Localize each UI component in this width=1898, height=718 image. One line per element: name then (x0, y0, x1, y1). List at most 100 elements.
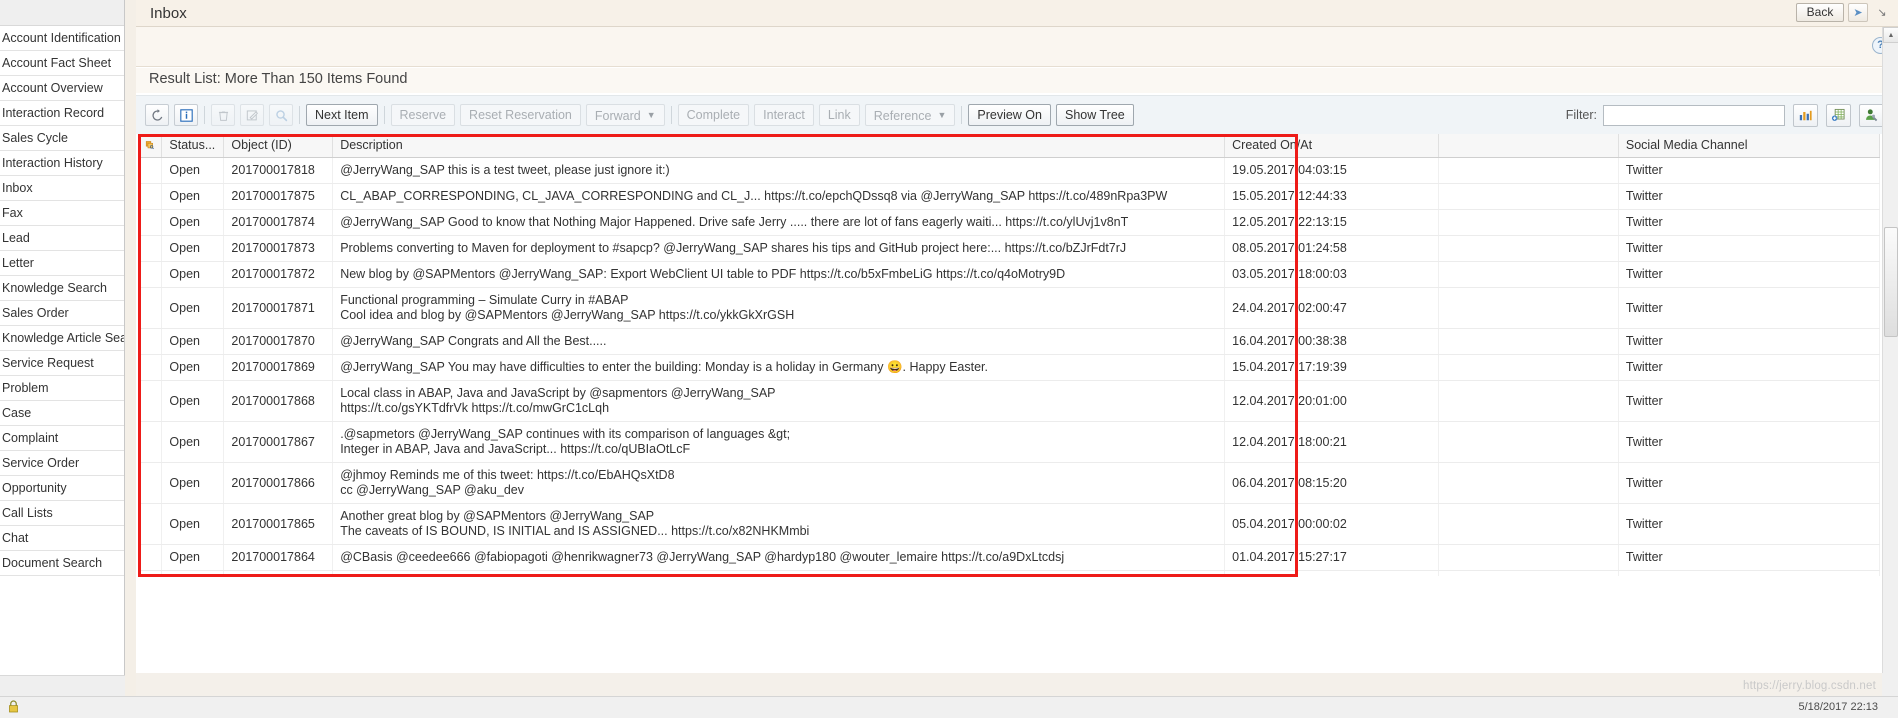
row-select-cell[interactable] (138, 287, 163, 329)
edit-icon[interactable] (240, 104, 264, 126)
object-id-link[interactable]: 201700017868 (231, 394, 314, 408)
sidebar-item-case[interactable]: Case (0, 401, 124, 426)
show-tree-button[interactable]: Show Tree (1055, 104, 1134, 126)
object-id-link[interactable]: 201700017869 (231, 360, 314, 374)
cell-object-id[interactable]: 201700017867 (223, 421, 334, 463)
column-header-object-id[interactable]: Object (ID) (223, 134, 334, 158)
row-select-cell[interactable] (138, 235, 163, 262)
row-select-cell[interactable] (138, 503, 163, 545)
cell-object-id[interactable]: 201700017865 (223, 503, 334, 545)
sidebar-item-account-fact-sheet[interactable]: Account Fact Sheet (0, 51, 124, 76)
sidebar-item-lead[interactable]: Lead (0, 226, 124, 251)
object-id-link[interactable]: 201700017872 (231, 267, 314, 281)
filter-input[interactable] (1603, 104, 1785, 126)
row-select-cell[interactable] (138, 261, 163, 288)
link-button[interactable]: Link (818, 104, 860, 126)
cell-object-id[interactable]: 201700017818 (223, 157, 334, 184)
table-row[interactable]: Open 201700017874 @JerryWang_SAP Good to k… (138, 209, 1881, 236)
sidebar-item-call-lists[interactable]: Call Lists (0, 501, 124, 526)
search-icon[interactable] (269, 104, 293, 126)
sidebar-item-inbox[interactable]: Inbox (0, 176, 124, 201)
sidebar-item-complaint[interactable]: Complaint (0, 426, 124, 451)
object-id-link[interactable]: 201700017875 (231, 189, 314, 203)
object-id-link[interactable]: 201700017865 (231, 517, 314, 531)
object-id-link[interactable]: 201700017871 (231, 301, 314, 315)
column-header-description[interactable]: Description (332, 134, 1226, 158)
select-all-header[interactable] (138, 134, 163, 158)
column-header-created-on-at[interactable]: Created On/At (1224, 134, 1440, 158)
interact-button[interactable]: Interact (754, 104, 814, 126)
cell-object-id[interactable]: 201700017872 (223, 261, 334, 288)
cell-object-id[interactable]: 201700017866 (223, 462, 334, 504)
cell-object-id[interactable]: 201700017870 (223, 328, 334, 355)
table-row[interactable]: Open 201700017818 @JerryWang_SAP this is a… (138, 157, 1881, 184)
reset-reservation-button[interactable]: Reset Reservation (460, 104, 581, 126)
column-header-social-media-channel[interactable]: Social Media Channel (1618, 134, 1881, 158)
cell-object-id[interactable]: 201700017875 (223, 183, 334, 210)
sidebar-item-document-search[interactable]: Document Search (0, 551, 124, 576)
chevron-down-icon[interactable]: ▼ (937, 105, 946, 125)
cell-object-id[interactable]: 201700017873 (223, 235, 334, 262)
preview-on-button[interactable]: Preview On (968, 104, 1051, 126)
table-row[interactable]: Open 201700017873 Problems converting to M… (138, 235, 1881, 262)
sidebar-item-letter[interactable]: Letter (0, 251, 124, 276)
refresh-icon[interactable] (145, 104, 169, 126)
sidebar-item-interaction-history[interactable]: Interaction History (0, 151, 124, 176)
object-id-link[interactable]: 201700017874 (231, 215, 314, 229)
row-select-cell[interactable] (138, 354, 163, 381)
sidebar-item-account-identification[interactable]: Account Identification (0, 26, 124, 51)
cell-object-id[interactable]: 201700017874 (223, 209, 334, 236)
info-icon[interactable] (174, 104, 198, 126)
table-row[interactable]: Open 201700017871 Functional programming –… (138, 287, 1881, 329)
next-item-button[interactable]: Next Item (306, 104, 378, 126)
sidebar-item-service-request[interactable]: Service Request (0, 351, 124, 376)
arrow-right-icon[interactable]: ➤ (1848, 3, 1868, 22)
object-id-link[interactable]: 201700017870 (231, 334, 314, 348)
back-button[interactable]: Back (1796, 3, 1844, 22)
cell-object-id[interactable]: 201700017863 (223, 570, 334, 576)
row-select-cell[interactable] (138, 380, 163, 422)
table-row[interactable]: Open 201700017864 @CBasis @ceedee666 @fabi… (138, 544, 1881, 571)
object-id-link[interactable]: 201700017818 (231, 163, 314, 177)
table-row[interactable]: Open 201700017866 @jhmoy Reminds me of thi… (138, 462, 1881, 504)
row-select-cell[interactable] (138, 544, 163, 571)
table-row[interactable]: Open 201700017872 New blog by @SAPMentors … (138, 261, 1881, 288)
cell-object-id[interactable]: 201700017869 (223, 354, 334, 381)
table-row[interactable]: Open201700017863 Congrats &amp; Welcome a… (138, 570, 1881, 576)
reference-button[interactable]: Reference ▼ (864, 104, 956, 126)
row-select-cell[interactable] (138, 209, 163, 236)
sidebar-item-knowledge-article-sea[interactable]: Knowledge Article Sea... (0, 326, 124, 351)
table-row[interactable]: Open 201700017868 Local class in ABAP, Jav… (138, 380, 1881, 422)
table-row[interactable]: Open 201700017875 CL_ABAP_CORRESPONDING, C… (138, 183, 1881, 210)
column-header-status[interactable]: Status... (161, 134, 225, 158)
sidebar-item-interaction-record[interactable]: Interaction Record (0, 101, 124, 126)
sidebar-item-chat[interactable]: Chat (0, 526, 124, 551)
export-spreadsheet-icon[interactable] (1826, 103, 1851, 127)
reserve-button[interactable]: Reserve (390, 104, 456, 126)
content-scrollbar[interactable]: ▲ ▼ (1882, 27, 1898, 691)
cell-object-id[interactable]: 201700017868 (223, 380, 334, 422)
expand-icon[interactable]: ↘ (1872, 3, 1892, 22)
sidebar-item-knowledge-search[interactable]: Knowledge Search (0, 276, 124, 301)
scrollbar-thumb[interactable] (1884, 227, 1898, 337)
object-id-link[interactable]: 201700017864 (231, 550, 314, 564)
object-id-link[interactable]: 201700017867 (231, 435, 314, 449)
sidebar-item-fax[interactable]: Fax (0, 201, 124, 226)
chart-icon[interactable] (1793, 103, 1818, 127)
table-row[interactable]: Open 201700017867 .@sapmetors @JerryWang_S… (138, 421, 1881, 463)
sidebar-item-service-order[interactable]: Service Order (0, 451, 124, 476)
chevron-down-icon[interactable]: ▼ (647, 105, 656, 125)
sidebar-item-sales-cycle[interactable]: Sales Cycle (0, 126, 124, 151)
cell-object-id[interactable]: 201700017871 (223, 287, 334, 329)
row-select-cell[interactable] (138, 570, 163, 576)
row-select-cell[interactable] (138, 157, 163, 184)
row-select-cell[interactable] (138, 328, 163, 355)
forward-button[interactable]: Forward ▼ (585, 104, 665, 126)
row-select-cell[interactable] (138, 462, 163, 504)
cell-object-id[interactable]: 201700017864 (223, 544, 334, 571)
object-id-link[interactable]: 201700017873 (231, 241, 314, 255)
sidebar-item-problem[interactable]: Problem (0, 376, 124, 401)
table-row[interactable]: Open 201700017870 @JerryWang_SAP Congrats … (138, 328, 1881, 355)
sidebar-item-sales-order[interactable]: Sales Order (0, 301, 124, 326)
delete-icon[interactable] (211, 104, 235, 126)
